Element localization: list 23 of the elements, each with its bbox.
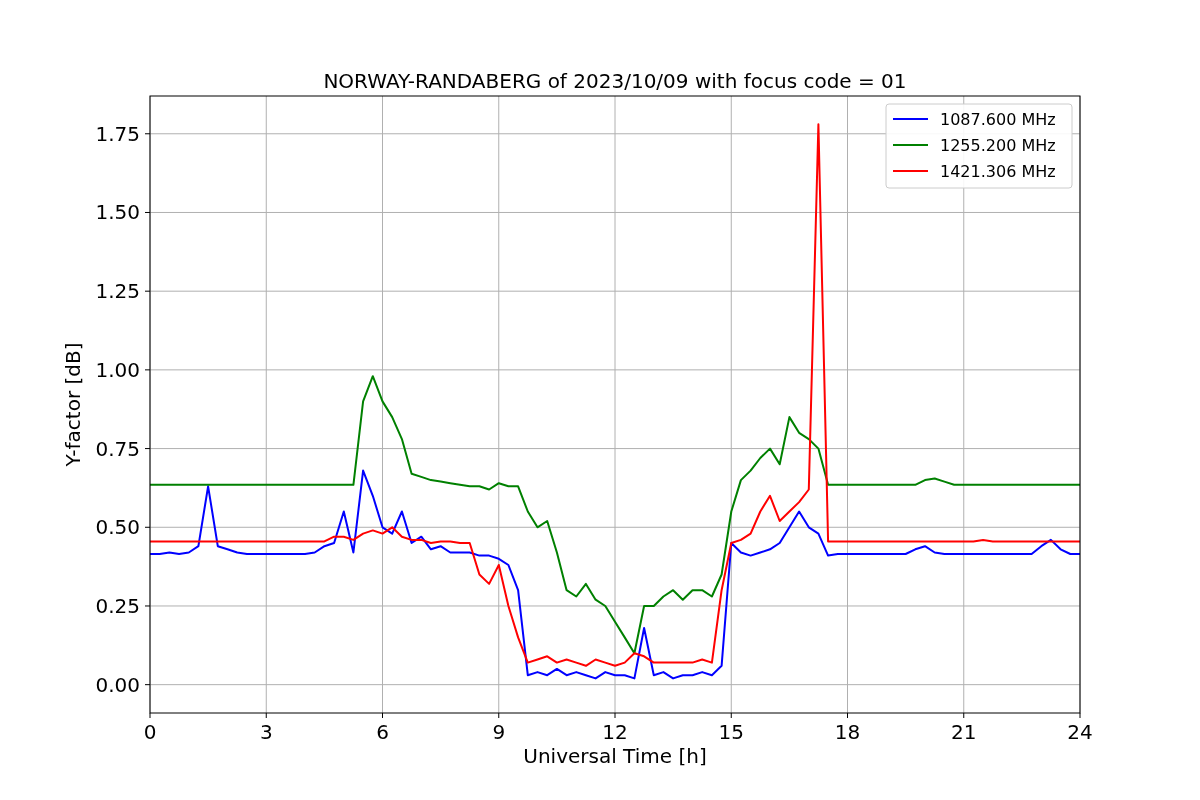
y-tick-label: 1.50 — [95, 200, 140, 225]
x-tick-label: 18 — [834, 720, 861, 744]
y-tick-label: 0.00 — [95, 672, 140, 697]
y-tick-label: 1.25 — [95, 279, 140, 304]
x-tick-label: 9 — [492, 720, 506, 744]
x-tick-label: 15 — [718, 720, 744, 744]
x-axis-label: Universal Time [h] — [523, 744, 707, 768]
legend-label: 1421.306 MHz — [940, 162, 1056, 181]
legend-label: 1087.600 MHz — [940, 110, 1056, 129]
y-tick-label: 0.25 — [95, 593, 140, 618]
x-tick-label: 3 — [259, 720, 273, 744]
x-tick-label: 6 — [376, 720, 389, 744]
y-axis-label: Y-factor [dB] — [61, 342, 85, 467]
y-tick-label: 0.50 — [95, 515, 140, 540]
y-tick-label: 0.75 — [95, 436, 140, 461]
legend-label: 1255.200 MHz — [940, 136, 1056, 155]
chart-title: NORWAY-RANDABERG of 2023/10/09 with focus code = 01 — [323, 69, 907, 93]
y-tick-label: 1.75 — [95, 121, 140, 146]
x-tick-label: 24 — [1067, 720, 1093, 744]
x-tick-label: 0 — [143, 720, 157, 744]
y-tick-label: 1.00 — [95, 357, 140, 382]
x-tick-label: 21 — [951, 720, 977, 744]
x-tick-label: 12 — [602, 720, 628, 744]
